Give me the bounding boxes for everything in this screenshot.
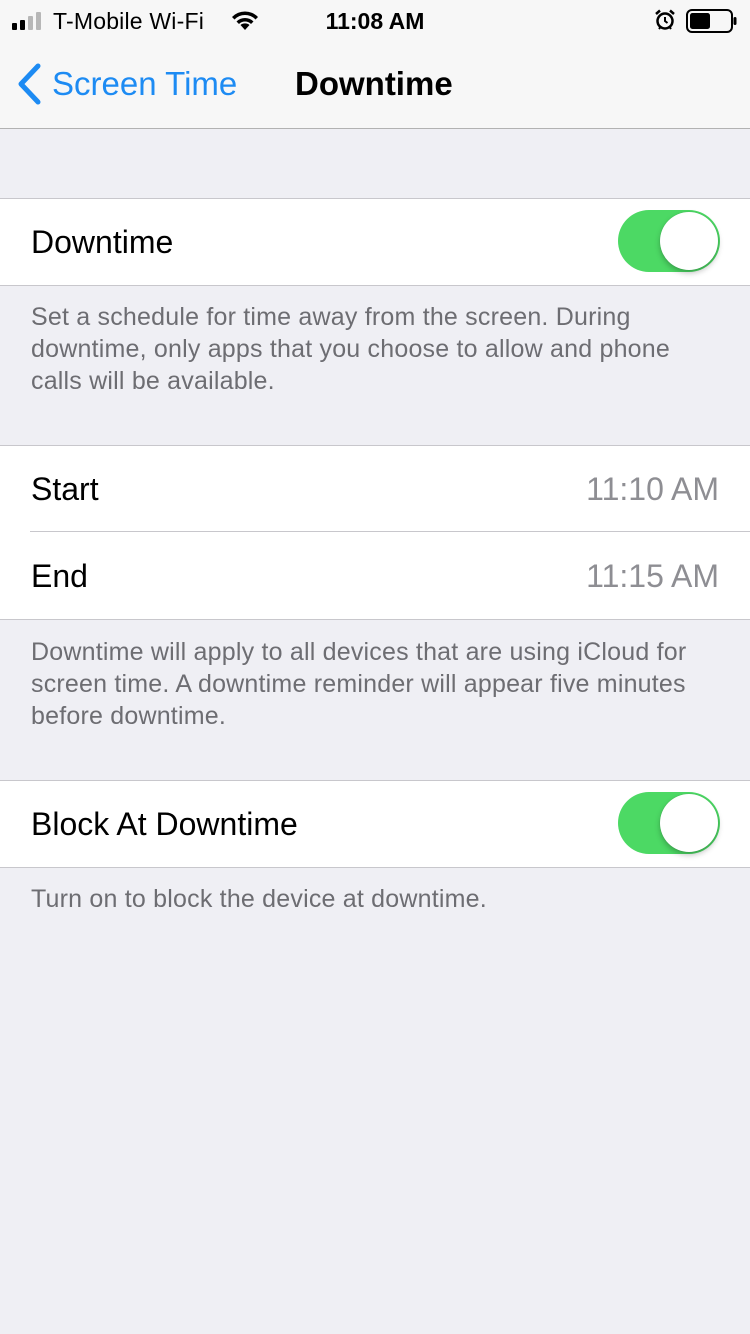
start-label: Start xyxy=(31,471,99,507)
battery-icon xyxy=(686,9,737,33)
status-time: 11:08 AM xyxy=(325,8,425,34)
status-bar: T-Mobile Wi-Fi 11:08 AM xyxy=(0,0,750,40)
block-at-downtime-toggle[interactable] xyxy=(618,792,720,854)
toggle-knob xyxy=(660,212,718,270)
start-time-cell[interactable]: Start 11:10 AM xyxy=(0,446,750,532)
end-label: End xyxy=(31,558,88,594)
page-title: Downtime xyxy=(295,65,453,102)
schedule-description: Downtime will apply to all devices that … xyxy=(31,638,687,730)
downtime-label: Downtime xyxy=(31,224,174,260)
back-button[interactable]: Screen Time xyxy=(52,64,237,104)
downtime-toggle[interactable] xyxy=(618,210,720,272)
block-description: Turn on to block the device at downtime. xyxy=(31,885,487,913)
alarm-icon xyxy=(655,9,675,30)
downtime-description: Set a schedule for time away from the sc… xyxy=(31,303,670,395)
navigation-bar: Screen Time Downtime xyxy=(0,40,750,129)
block-at-downtime-label: Block At Downtime xyxy=(31,806,298,842)
schedule-group: Start 11:10 AM End 11:15 AM xyxy=(0,445,750,620)
back-chevron-icon[interactable] xyxy=(16,62,44,106)
downtime-cell: Downtime xyxy=(0,199,750,285)
end-time-cell[interactable]: End 11:15 AM xyxy=(0,531,750,619)
downtime-group: Downtime xyxy=(0,198,750,286)
toggle-knob xyxy=(660,794,718,852)
block-at-downtime-cell: Block At Downtime xyxy=(0,781,750,867)
block-group: Block At Downtime xyxy=(0,780,750,868)
start-time-value: 11:10 AM xyxy=(586,471,719,507)
end-time-value: 11:15 AM xyxy=(586,558,719,594)
